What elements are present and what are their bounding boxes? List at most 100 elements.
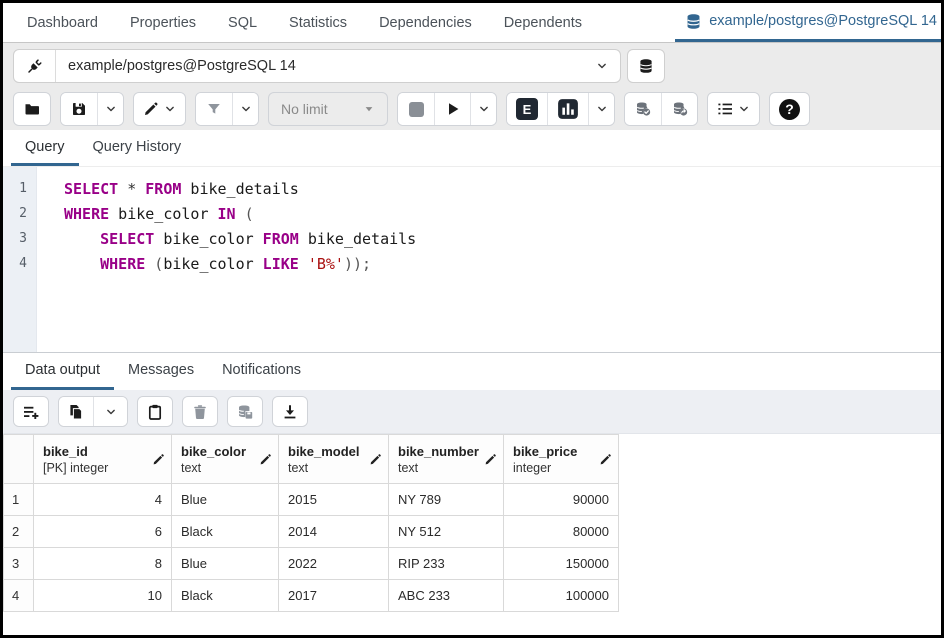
editor-tab-bar: Query Query History [3, 130, 941, 167]
cell-bike_number[interactable]: NY 789 [389, 484, 504, 516]
code-text: WHERE (bike_color LIKE 'B%')); [37, 255, 371, 273]
chevron-down-icon [596, 103, 608, 115]
database-icon [638, 58, 654, 74]
rollback-button[interactable] [661, 93, 697, 125]
save-icon [71, 101, 87, 117]
open-file-button[interactable] [14, 93, 50, 125]
cell-bike_price[interactable]: 150000 [504, 548, 619, 580]
database-save-icon [237, 404, 253, 420]
code-line: 3 SELECT bike_color FROM bike_details [3, 226, 941, 251]
save-menu-button[interactable] [97, 93, 123, 125]
row-number[interactable]: 4 [4, 580, 34, 612]
edit-column-icon [484, 453, 497, 466]
database-rollback-icon [672, 101, 688, 117]
row-number[interactable]: 1 [4, 484, 34, 516]
cell-bike_model[interactable]: 2017 [279, 580, 389, 612]
tab-data-output[interactable]: Data output [11, 353, 114, 390]
cell-bike_model[interactable]: 2014 [279, 516, 389, 548]
tab-dashboard[interactable]: Dashboard [11, 3, 114, 42]
filter-menu-button[interactable] [232, 93, 258, 125]
code-text: WHERE bike_color IN ( [37, 205, 254, 223]
cell-bike_price[interactable]: 100000 [504, 580, 619, 612]
cell-bike_color[interactable]: Blue [172, 548, 279, 580]
column-name: bike_color [181, 443, 246, 460]
tab-dependencies[interactable]: Dependencies [363, 3, 488, 42]
tab-properties[interactable]: Properties [114, 3, 212, 42]
cell-bike_price[interactable]: 90000 [504, 484, 619, 516]
macros-menu-button[interactable] [708, 93, 759, 125]
column-header-bike_price[interactable]: bike_priceinteger [504, 435, 619, 484]
explain-analyze-button[interactable] [547, 93, 588, 125]
explain-button[interactable]: E [507, 93, 547, 125]
cell-bike_color[interactable]: Black [172, 516, 279, 548]
help-button[interactable]: ? [770, 93, 809, 125]
row-number[interactable]: 2 [4, 516, 34, 548]
table-row: 14Blue2015NY 78990000 [4, 484, 619, 516]
cell-bike_model[interactable]: 2022 [279, 548, 389, 580]
cell-bike_color[interactable]: Black [172, 580, 279, 612]
add-row-icon [23, 404, 39, 420]
column-header-bike_id[interactable]: bike_id[PK] integer [34, 435, 172, 484]
tab-messages[interactable]: Messages [114, 353, 208, 390]
tab-query-history[interactable]: Query History [79, 130, 196, 166]
chevron-down-icon [738, 103, 750, 115]
cell-bike_color[interactable]: Blue [172, 484, 279, 516]
execute-menu-button[interactable] [470, 93, 496, 125]
commit-button[interactable] [625, 93, 661, 125]
bar-chart-icon [557, 98, 579, 120]
tab-dependents[interactable]: Dependents [488, 3, 598, 42]
tab-statistics[interactable]: Statistics [273, 3, 363, 42]
cell-bike_id[interactable]: 4 [34, 484, 172, 516]
database-commit-icon [635, 101, 651, 117]
line-number: 4 [3, 256, 37, 271]
chevron-down-icon [164, 103, 176, 115]
cell-bike_model[interactable]: 2015 [279, 484, 389, 516]
cell-bike_number[interactable]: RIP 233 [389, 548, 504, 580]
column-header-bike_color[interactable]: bike_colortext [172, 435, 279, 484]
connection-select[interactable]: example/postgres@PostgreSQL 14 [56, 50, 620, 82]
copy-button[interactable] [59, 397, 93, 426]
filter-button[interactable] [196, 93, 232, 125]
tab-notifications[interactable]: Notifications [208, 353, 315, 390]
download-results-button[interactable] [273, 397, 307, 426]
delete-row-button[interactable] [183, 397, 217, 426]
cancel-query-button[interactable] [398, 93, 434, 125]
save-data-changes-button[interactable] [228, 397, 262, 426]
grid-header-row: bike_id[PK] integerbike_colortextbike_mo… [4, 435, 619, 484]
cell-bike_id[interactable]: 8 [34, 548, 172, 580]
row-number[interactable]: 3 [4, 548, 34, 580]
cell-bike_price[interactable]: 80000 [504, 516, 619, 548]
cell-bike_id[interactable]: 6 [34, 516, 172, 548]
plug-icon [27, 58, 43, 74]
copy-menu-button[interactable] [93, 397, 127, 426]
cell-bike_id[interactable]: 10 [34, 580, 172, 612]
add-row-button[interactable] [14, 397, 48, 426]
cell-bike_number[interactable]: ABC 233 [389, 580, 504, 612]
tab-sql[interactable]: SQL [212, 3, 273, 42]
column-header-bike_number[interactable]: bike_numbertext [389, 435, 504, 484]
help-icon: ? [779, 99, 800, 120]
edit-column-icon [369, 453, 382, 466]
tab-query-tool-active[interactable]: example/postgres@PostgreSQL 14 [675, 3, 941, 42]
tab-query[interactable]: Query [11, 130, 79, 166]
save-file-button[interactable] [61, 93, 97, 125]
column-name: bike_number [398, 443, 479, 460]
pencil-icon [143, 101, 159, 117]
explain-menu-button[interactable] [588, 93, 614, 125]
numbered-list-icon [717, 101, 733, 117]
connection-status-button[interactable] [14, 50, 56, 82]
sql-editor[interactable]: 1SELECT * FROM bike_details2WHERE bike_c… [3, 167, 941, 352]
stop-icon [409, 102, 424, 117]
select-all-header[interactable] [4, 435, 34, 484]
table-row: 410Black2017ABC 233100000 [4, 580, 619, 612]
edit-menu-button[interactable] [134, 93, 185, 125]
row-limit-select[interactable]: No limit [268, 92, 388, 126]
paste-button[interactable] [138, 397, 172, 426]
line-number: 2 [3, 206, 37, 221]
new-connection-button[interactable] [627, 49, 665, 83]
execute-query-button[interactable] [434, 93, 470, 125]
column-header-bike_model[interactable]: bike_modeltext [279, 435, 389, 484]
edit-column-icon [599, 453, 612, 466]
cell-bike_number[interactable]: NY 512 [389, 516, 504, 548]
column-name: bike_price [513, 443, 577, 460]
